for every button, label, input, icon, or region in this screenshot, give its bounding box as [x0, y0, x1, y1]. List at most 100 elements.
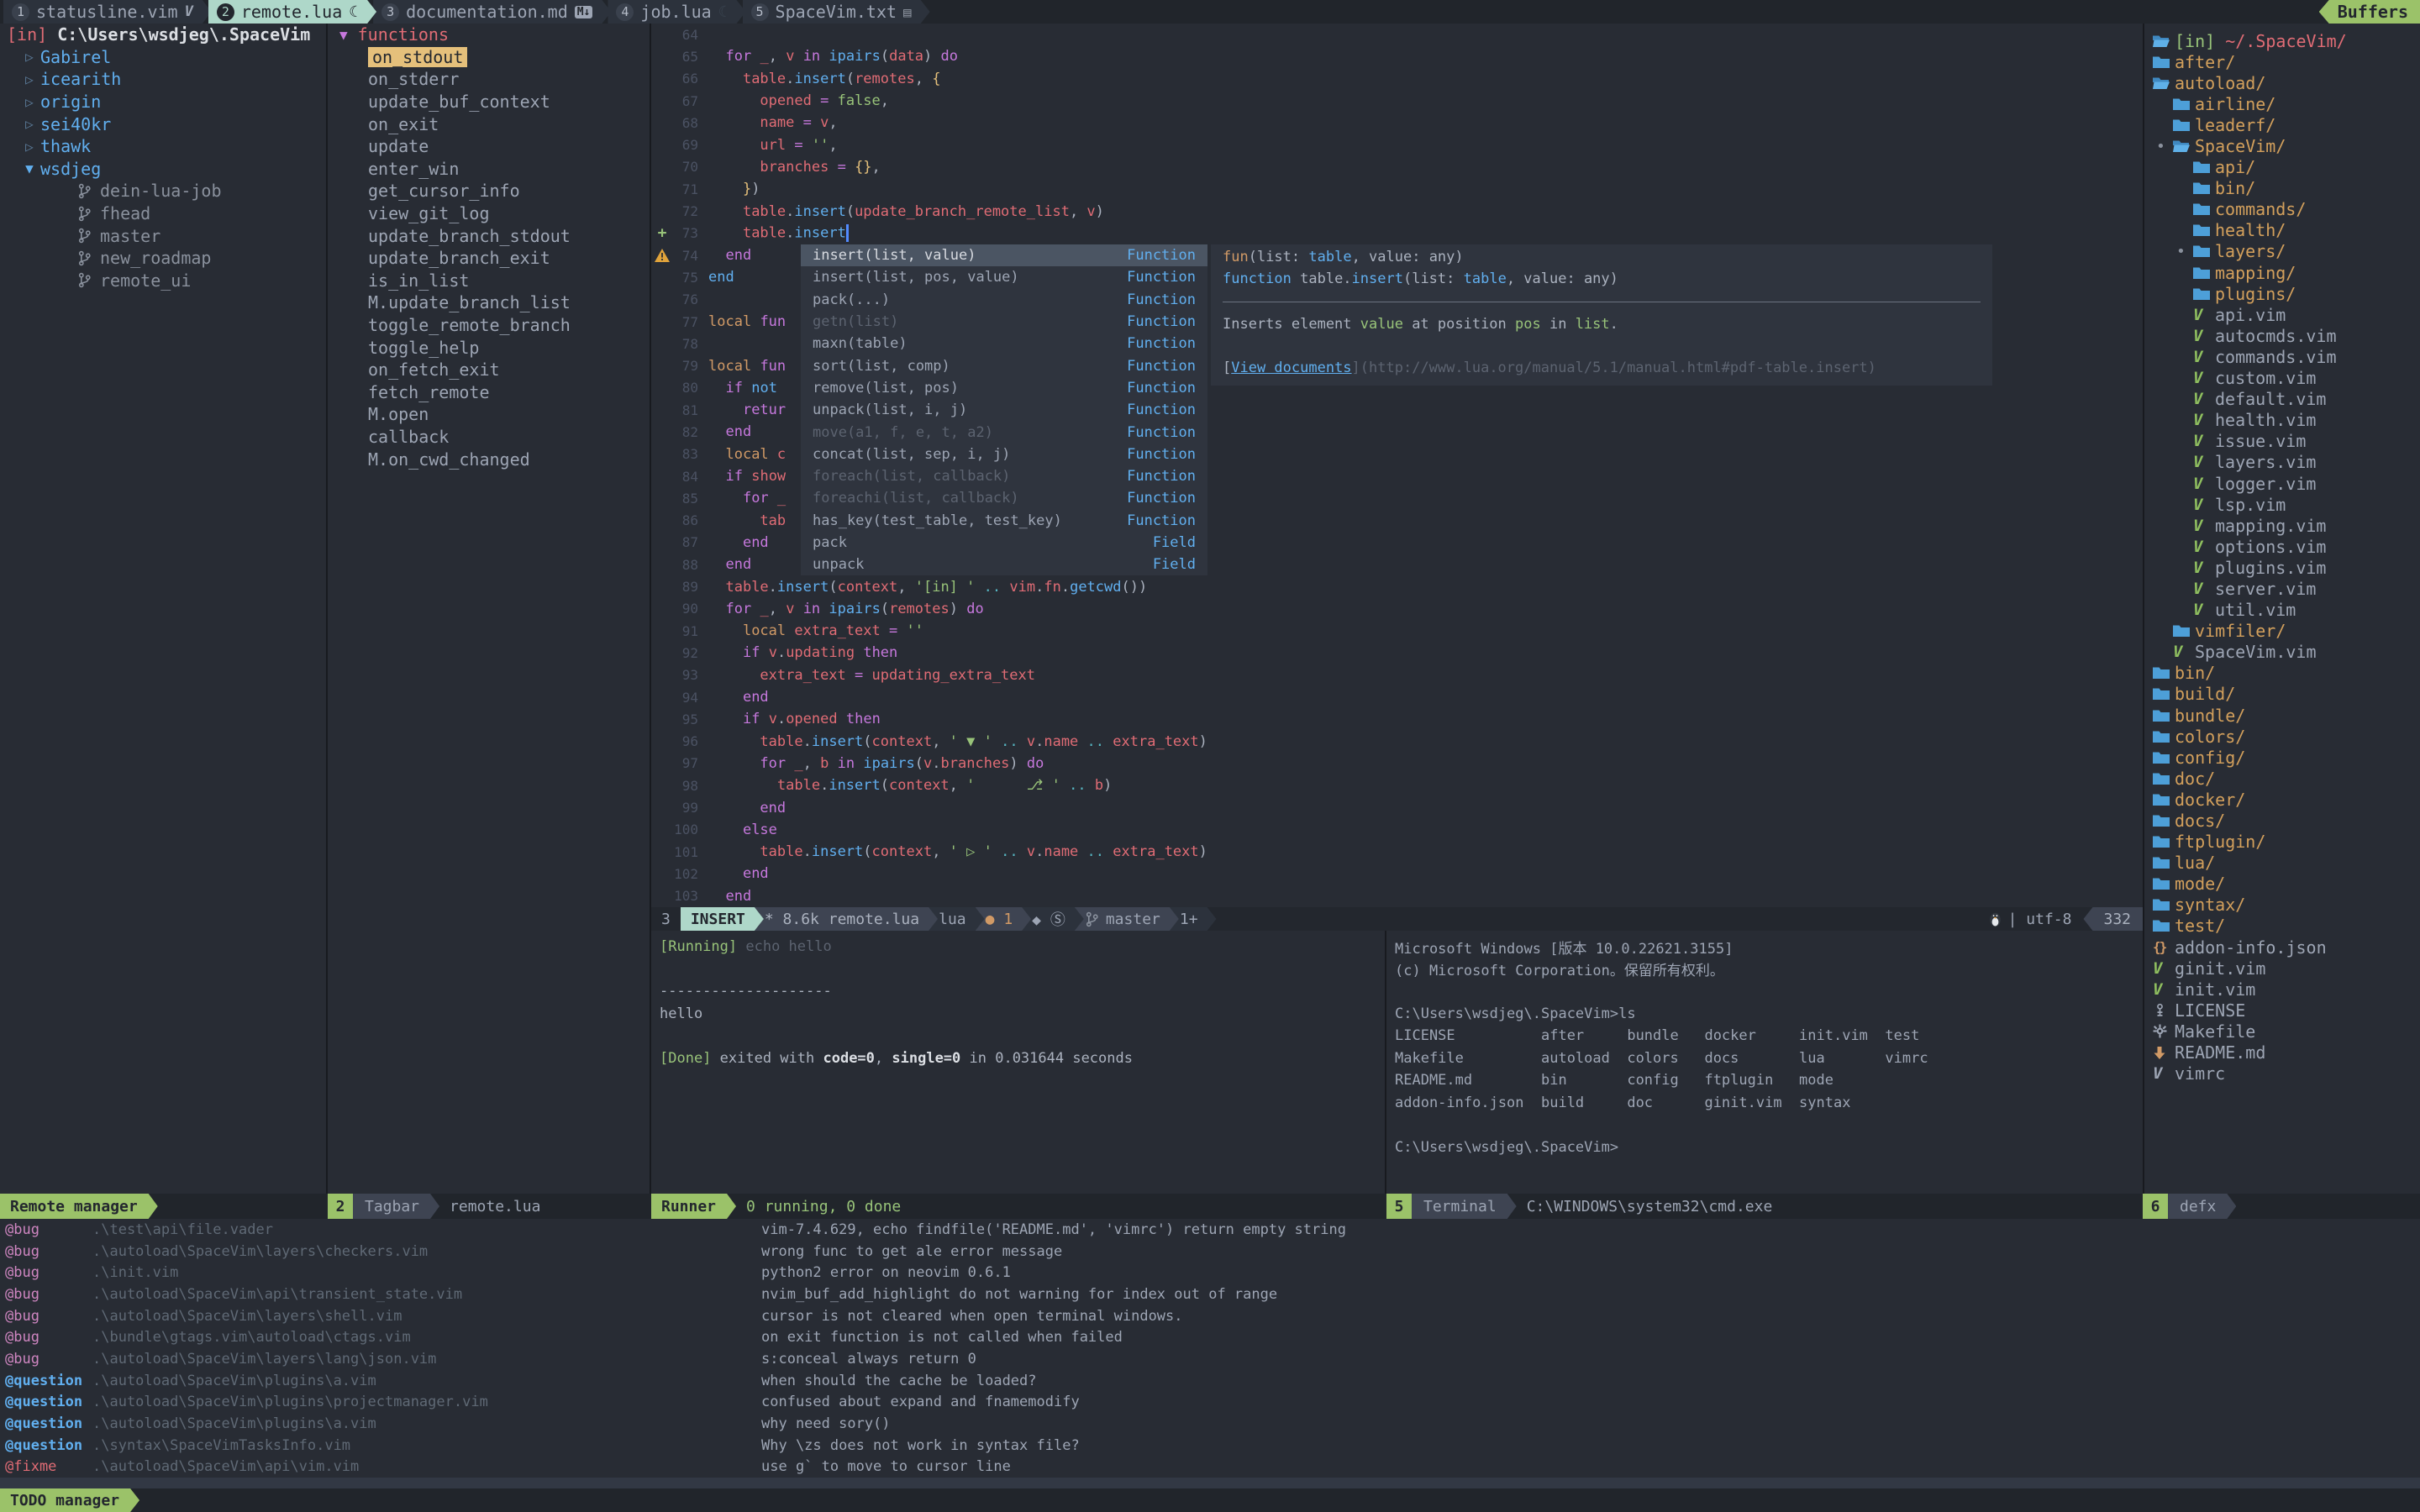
tree-item-wsdjeg[interactable]: ▼wsdjeg [0, 158, 326, 181]
code-line[interactable]: 89 table.insert(context, '[in] ' .. vim.… [651, 575, 2143, 597]
function-item-update_buf_context[interactable]: update_buf_context [328, 91, 650, 113]
todo-row[interactable]: @question.\syntax\SpaceVimTasksInfo.vimW… [0, 1435, 2420, 1457]
tree-item-Gabirel[interactable]: ▷Gabirel [0, 46, 326, 69]
defx-item[interactable]: Vapi.vim [2144, 304, 2420, 325]
todo-row[interactable]: @bug.\test\api\file.vadervim-7.4.629, ec… [0, 1219, 2420, 1241]
defx-item[interactable]: vimfiler/ [2144, 621, 2420, 642]
completion-item[interactable]: move(a1, f, e, t, a2)Function [801, 421, 1207, 443]
collapsed-arrow-icon[interactable]: ▷ [18, 94, 40, 110]
defx-item[interactable]: Vlayers.vim [2144, 452, 2420, 473]
collapsed-arrow-icon[interactable]: ▷ [18, 49, 40, 65]
tree-item-icearith[interactable]: ▷icearith [0, 68, 326, 91]
todo-row[interactable]: @bug.\bundle\gtags.vim\autoload\ctags.vi… [0, 1326, 2420, 1348]
defx-item[interactable]: LICENSE [2144, 1000, 2420, 1021]
tab-job.lua[interactable]: 4job.lua☾ [608, 0, 745, 24]
defx-item[interactable]: Makefile [2144, 1021, 2420, 1042]
code-line[interactable]: 64 [651, 24, 2143, 45]
function-item-get_cursor_info[interactable]: get_cursor_info [328, 180, 650, 202]
defx-item[interactable]: Vhealth.vim [2144, 410, 2420, 431]
defx-item[interactable]: doc/ [2144, 768, 2420, 789]
code-line[interactable]: 67 opened = false, [651, 90, 2143, 112]
tree-item-origin[interactable]: ▷origin [0, 91, 326, 113]
code-line[interactable]: 94 end [651, 686, 2143, 708]
defx-item[interactable]: VSpaceVim.vim [2144, 642, 2420, 663]
tab-documentation.md[interactable]: 3documentation.mdM↓ [373, 0, 611, 24]
defx-item[interactable]: Vserver.vim [2144, 578, 2420, 599]
window-number[interactable]: 6 [2143, 1194, 2168, 1219]
function-item-toggle_remote_branch[interactable]: toggle_remote_branch [328, 314, 650, 337]
defx-item[interactable]: health/ [2144, 220, 2420, 241]
code-line[interactable]: 101 table.insert(context, ' ▷ ' .. v.nam… [651, 841, 2143, 863]
defx-item[interactable]: Vvimrc [2144, 1063, 2420, 1084]
defx-item[interactable]: Vutil.vim [2144, 600, 2420, 621]
runner-output[interactable]: [Running] echo hello--------------------… [651, 931, 1386, 1194]
code-line[interactable]: 93 extra_text = updating_extra_text [651, 664, 2143, 686]
defx-item[interactable]: Vginit.vim [2144, 958, 2420, 979]
defx-item[interactable]: after/ [2144, 51, 2420, 72]
todo-row[interactable]: @bug.\autoload\SpaceVim\api\transient_st… [0, 1284, 2420, 1305]
window-label-Runner[interactable]: Runner [651, 1194, 736, 1219]
defx-item[interactable]: syntax/ [2144, 895, 2420, 916]
completion-item[interactable]: maxn(table)Function [801, 333, 1207, 354]
window-label-Remote manager[interactable]: Remote manager [0, 1194, 158, 1219]
defx-item[interactable]: Vinit.vim [2144, 979, 2420, 1000]
collapsed-arrow-icon[interactable]: ▷ [18, 116, 40, 132]
completion-item[interactable]: unpack(list, i, j)Function [801, 399, 1207, 421]
todo-row[interactable]: @question.\autoload\SpaceVim\plugins\pro… [0, 1392, 2420, 1414]
defx-item[interactable]: •layers/ [2144, 241, 2420, 262]
terminal-window[interactable]: Microsoft Windows [版本 10.0.22621.3155](c… [1386, 931, 2151, 1199]
function-item-update_branch_exit[interactable]: update_branch_exit [328, 247, 650, 270]
defx-item[interactable]: Vissue.vim [2144, 431, 2420, 452]
code-line[interactable]: 96 table.insert(context, ' ▼ ' .. v.name… [651, 731, 2143, 753]
tree-item-master[interactable]: master [0, 224, 326, 247]
defx-item[interactable]: plugins/ [2144, 283, 2420, 304]
function-item-M.on_cwd_changed[interactable]: M.on_cwd_changed [328, 448, 650, 470]
code-line[interactable]: 99 end [651, 796, 2143, 818]
function-item-on_fetch_exit[interactable]: on_fetch_exit [328, 359, 650, 381]
defx-item[interactable]: Vcustom.vim [2144, 368, 2420, 389]
defx-item[interactable]: test/ [2144, 916, 2420, 937]
todo-row[interactable]: @question.\autoload\SpaceVim\plugins\a.v… [0, 1370, 2420, 1392]
defx-item[interactable]: Vlogger.vim [2144, 473, 2420, 494]
defx-item[interactable]: {}addon-info.json [2144, 937, 2420, 958]
todo-row[interactable]: @bug.\init.vimpython2 error on neovim 0.… [0, 1262, 2420, 1284]
defx-item[interactable]: airline/ [2144, 93, 2420, 114]
defx-item[interactable]: commands/ [2144, 199, 2420, 220]
code-line[interactable]: 90 for _, v in ipairs(remotes) do [651, 598, 2143, 620]
defx-item[interactable]: Vlsp.vim [2144, 494, 2420, 515]
collapse-arrow-icon[interactable]: ▼ [339, 27, 348, 43]
defx-item[interactable]: lua/ [2144, 853, 2420, 874]
function-item-callback[interactable]: callback [328, 426, 650, 449]
function-item-update[interactable]: update [328, 135, 650, 158]
defx-item[interactable]: build/ [2144, 684, 2420, 705]
defx-item[interactable]: Voptions.vim [2144, 536, 2420, 557]
todo-row[interactable]: @bug.\autoload\SpaceVim\layers\checkers.… [0, 1241, 2420, 1263]
completion-item[interactable]: foreachi(list, callback)Function [801, 487, 1207, 509]
window-number[interactable]: 2 [328, 1194, 353, 1219]
completion-item[interactable]: packField [801, 532, 1207, 554]
tree-item-new_roadmap[interactable]: new_roadmap [0, 247, 326, 270]
code-line[interactable]: 69 url = '', [651, 134, 2143, 155]
todo-row[interactable]: @bug.\autoload\SpaceVim\layers\lang\json… [0, 1348, 2420, 1370]
function-item-fetch_remote[interactable]: fetch_remote [328, 381, 650, 404]
defx-item[interactable]: leaderf/ [2144, 114, 2420, 135]
completion-item[interactable]: insert(list, value)Function [801, 244, 1207, 266]
defx-item[interactable]: Vmapping.vim [2144, 515, 2420, 536]
editor[interactable]: 6465 for _, v in ipairs(data) do66 table… [651, 24, 2143, 907]
defx-item[interactable]: mode/ [2144, 874, 2420, 895]
function-item-on_stdout[interactable]: on_stdout [328, 46, 650, 69]
todo-row[interactable]: @bug.\autoload\SpaceVim\layers\shell.vim… [0, 1305, 2420, 1327]
defx-item[interactable]: ftplugin/ [2144, 832, 2420, 853]
collapsed-arrow-icon[interactable]: ▷ [18, 71, 40, 87]
tree-item-remote_ui[interactable]: remote_ui [0, 270, 326, 292]
tab-statusline.vim[interactable]: 1statusline.vimV [3, 0, 212, 24]
defx-item[interactable]: config/ [2144, 747, 2420, 768]
function-item-toggle_help[interactable]: toggle_help [328, 336, 650, 359]
code-line[interactable]: 71 }) [651, 178, 2143, 200]
code-line[interactable]: 70 branches = {}, [651, 156, 2143, 178]
completion-item[interactable]: has_key(test_table, test_key)Function [801, 510, 1207, 532]
tab-SpaceVim.txt[interactable]: 5SpaceVim.txt▤ [743, 0, 930, 24]
tab-remote.lua[interactable]: 2remote.lua☾ [208, 0, 376, 24]
tree-item-dein-lua-job[interactable]: dein-lua-job [0, 180, 326, 202]
defx-item[interactable]: api/ [2144, 157, 2420, 178]
